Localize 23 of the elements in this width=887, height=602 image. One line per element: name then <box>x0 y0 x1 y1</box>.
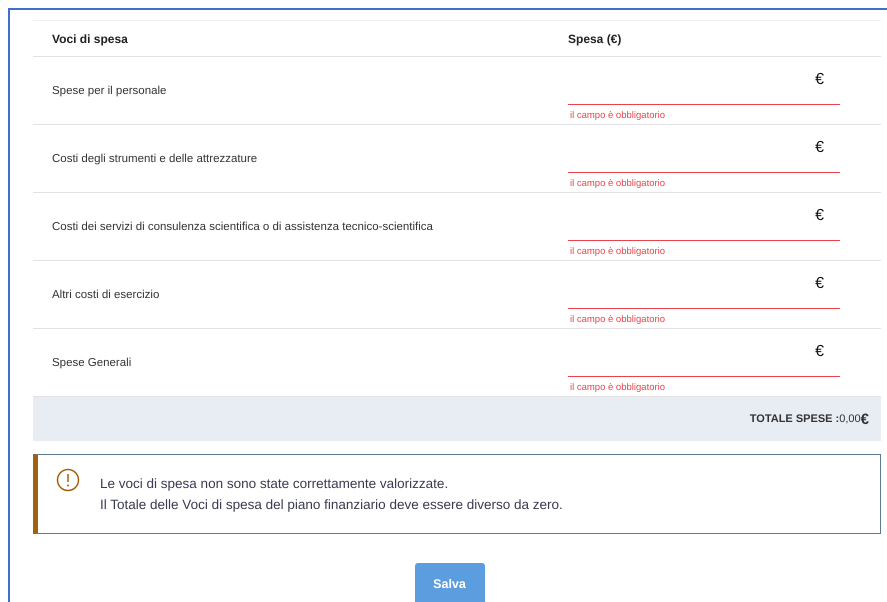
expense-label: Costi degli strumenti e delle attrezzature <box>51 152 258 164</box>
error-message: il campo è obbligatorio <box>569 382 666 394</box>
total-value: 0,00 <box>839 413 861 425</box>
amount-field[interactable]: € <box>568 71 840 105</box>
error-message: il campo è obbligatorio <box>569 314 666 326</box>
total-currency: € <box>860 410 869 428</box>
amount-field[interactable]: € <box>568 343 840 377</box>
column-header: Spesa (€) <box>568 32 622 46</box>
amount-field[interactable]: € <box>568 139 840 173</box>
column-header: Voci di spesa <box>51 32 129 46</box>
expense-label: Spese Generali <box>51 356 132 368</box>
error-message: il campo è obbligatorio <box>569 246 666 258</box>
amount-field[interactable]: € <box>568 207 840 241</box>
amount-field[interactable]: € <box>568 275 840 309</box>
exclamation-icon <box>56 468 80 492</box>
error-message: il campo è obbligatorio <box>569 178 666 190</box>
total-label: TOTALE SPESE : <box>750 413 840 425</box>
expense-label: Spese per il personale <box>51 84 168 96</box>
alert-text: Le voci di spesa non sono state correttamente valorizzate. <box>100 476 450 491</box>
expense-label: Altri costi di esercizio <box>51 288 160 300</box>
expense-label: Costi dei servizi di consulenza scientifica o di assistenza tecnico-scientifica <box>51 220 434 232</box>
alert-text: Il Totale delle Voci di spesa del piano finanziario deve essere diverso da zero. <box>100 497 563 512</box>
error-message: il campo è obbligatorio <box>569 110 666 122</box>
